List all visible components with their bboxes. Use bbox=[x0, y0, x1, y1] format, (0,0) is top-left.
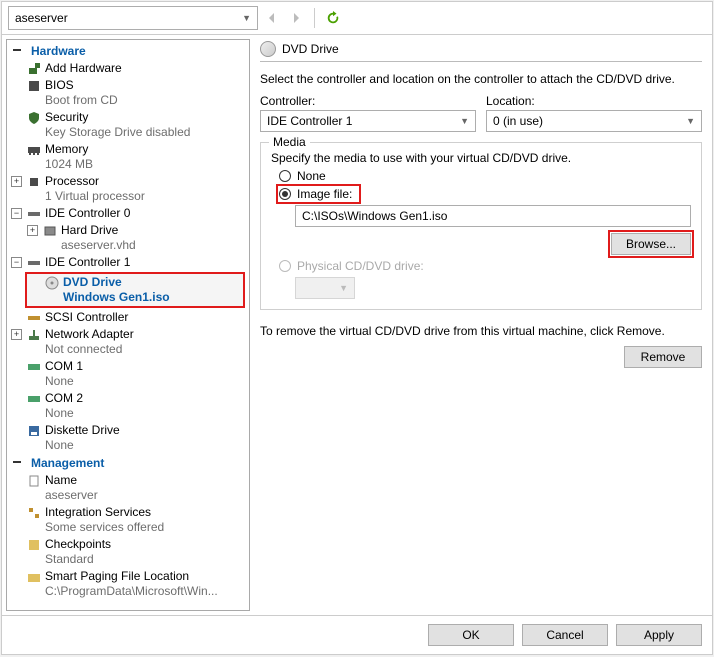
management-section[interactable]: Management bbox=[7, 454, 249, 472]
ok-button[interactable]: OK bbox=[428, 624, 514, 646]
media-description: Specify the media to use with your virtu… bbox=[271, 151, 691, 165]
pane-description: Select the controller and location on th… bbox=[260, 72, 702, 86]
processor-item[interactable]: + Processor 1 Virtual processor bbox=[7, 173, 249, 205]
chevron-down-icon: ▼ bbox=[339, 283, 348, 293]
ide0-item[interactable]: − IDE Controller 0 bbox=[7, 205, 249, 222]
dialog-footer: OK Cancel Apply bbox=[2, 615, 712, 654]
network-item[interactable]: + Network Adapter Not connected bbox=[7, 326, 249, 358]
separator bbox=[314, 8, 315, 28]
refresh-button[interactable] bbox=[323, 8, 343, 28]
services-icon bbox=[27, 506, 41, 520]
image-path-input[interactable] bbox=[295, 205, 691, 227]
integration-item[interactable]: Integration Services Some services offer… bbox=[7, 504, 249, 536]
network-icon bbox=[27, 328, 41, 342]
hardware-section[interactable]: Hardware bbox=[7, 42, 249, 60]
controller-icon bbox=[27, 256, 41, 270]
scsi-icon bbox=[27, 311, 41, 325]
serial-port-icon bbox=[27, 392, 41, 406]
vm-selector[interactable]: aseserver ▼ bbox=[8, 6, 258, 30]
diskette-item[interactable]: Diskette Drive None bbox=[7, 422, 249, 454]
location-select[interactable]: 0 (in use) ▼ bbox=[486, 110, 702, 132]
pane-title: DVD Drive bbox=[282, 42, 339, 56]
expand-icon[interactable]: + bbox=[27, 225, 38, 236]
memory-item[interactable]: Memory 1024 MB bbox=[7, 141, 249, 173]
chevron-down-icon: ▼ bbox=[242, 13, 251, 23]
remove-description: To remove the virtual CD/DVD drive from … bbox=[260, 324, 702, 338]
settings-tree[interactable]: Hardware Add Hardware BIOS Boot from CD … bbox=[6, 39, 250, 611]
collapse-icon[interactable]: − bbox=[11, 257, 22, 268]
chevron-down-icon: ▼ bbox=[460, 116, 469, 126]
controller-label: Controller: bbox=[260, 94, 476, 108]
radio-image-row[interactable]: Image file: bbox=[279, 187, 358, 201]
checkpoint-icon bbox=[27, 538, 41, 552]
cpu-icon bbox=[27, 175, 41, 189]
com1-item[interactable]: COM 1 None bbox=[7, 358, 249, 390]
name-item[interactable]: Name aseserver bbox=[7, 472, 249, 504]
dvd-icon bbox=[45, 276, 59, 290]
smart-paging-item[interactable]: Smart Paging File Location C:\ProgramDat… bbox=[7, 568, 249, 600]
expand-icon[interactable]: + bbox=[11, 176, 22, 187]
bios-item[interactable]: BIOS Boot from CD bbox=[7, 77, 249, 109]
media-legend: Media bbox=[269, 135, 310, 149]
scsi-item[interactable]: SCSI Controller bbox=[7, 309, 249, 326]
chevron-down-icon: ▼ bbox=[686, 116, 695, 126]
radio-physical bbox=[279, 260, 291, 272]
back-button bbox=[262, 8, 282, 28]
cancel-button[interactable]: Cancel bbox=[522, 624, 608, 646]
controller-icon bbox=[27, 207, 41, 221]
serial-port-icon bbox=[27, 360, 41, 374]
radio-none-row[interactable]: None bbox=[279, 169, 691, 183]
remove-button[interactable]: Remove bbox=[624, 346, 702, 368]
checkpoints-item[interactable]: Checkpoints Standard bbox=[7, 536, 249, 568]
com2-item[interactable]: COM 2 None bbox=[7, 390, 249, 422]
apply-button[interactable]: Apply bbox=[616, 624, 702, 646]
name-icon bbox=[27, 474, 41, 488]
hard-drive-item[interactable]: + Hard Drive aseserver.vhd bbox=[7, 222, 249, 254]
expand-icon[interactable]: + bbox=[11, 329, 22, 340]
forward-button bbox=[286, 8, 306, 28]
floppy-icon bbox=[27, 424, 41, 438]
details-pane: DVD Drive Select the controller and loca… bbox=[252, 35, 712, 615]
radio-physical-row: Physical CD/DVD drive: bbox=[279, 259, 691, 273]
media-fieldset: Media Specify the media to use with your… bbox=[260, 142, 702, 310]
hard-drive-icon bbox=[43, 224, 57, 238]
memory-icon bbox=[27, 143, 41, 157]
folder-icon bbox=[27, 570, 41, 584]
collapse-icon[interactable]: − bbox=[11, 208, 22, 219]
radio-none[interactable] bbox=[279, 170, 291, 182]
security-item[interactable]: Security Key Storage Drive disabled bbox=[7, 109, 249, 141]
location-label: Location: bbox=[486, 94, 702, 108]
chip-icon bbox=[27, 79, 41, 93]
add-hardware-item[interactable]: Add Hardware bbox=[7, 60, 249, 77]
shield-icon bbox=[27, 111, 41, 125]
radio-image-file[interactable] bbox=[279, 188, 291, 200]
add-hardware-icon bbox=[27, 62, 41, 76]
vm-name: aseserver bbox=[15, 11, 68, 25]
browse-button[interactable]: Browse... bbox=[611, 233, 691, 255]
dvd-drive-item[interactable]: DVD Drive Windows Gen1.iso bbox=[27, 274, 243, 306]
controller-select[interactable]: IDE Controller 1 ▼ bbox=[260, 110, 476, 132]
dvd-icon bbox=[260, 41, 276, 57]
ide1-item[interactable]: − IDE Controller 1 bbox=[7, 254, 249, 271]
physical-drive-select: ▼ bbox=[295, 277, 355, 299]
